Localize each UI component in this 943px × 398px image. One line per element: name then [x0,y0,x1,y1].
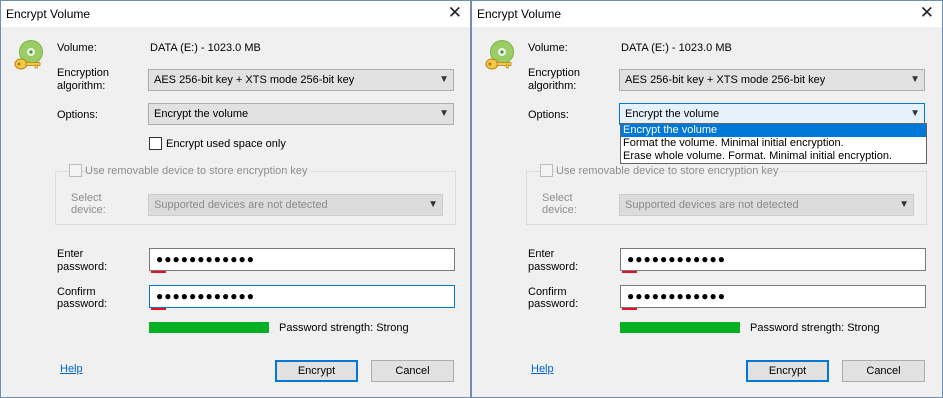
enter-password-input[interactable]: ●●●●●●●●●●●● [149,248,455,271]
close-icon[interactable]: ✕ [920,4,934,22]
encrypt-volume-dialog-left: Encrypt Volume ✕ Volume: DATA (E:) - 102… [0,0,471,398]
algorithm-label-line2: algorithm: [57,80,106,92]
algorithm-label-line2: algorithm: [528,80,577,92]
disk-with-key-icon [485,40,514,70]
encrypt-used-space-label: Encrypt used space only [166,138,286,150]
select-device-value: Supported devices are not detected [625,199,799,211]
chevron-down-icon: ▼ [910,108,920,119]
options-item[interactable]: Encrypt the volume [621,124,926,137]
removable-device-checkbox[interactable] [69,164,82,177]
algorithm-label-line1: Encryption [528,67,580,79]
volume-value: DATA (E:) - 1023.0 MB [150,42,261,54]
select-device-select[interactable]: Supported devices are not detected ▼ [619,194,914,216]
removable-device-checkbox[interactable] [540,164,553,177]
removable-device-label: Use removable device to store encryption… [556,165,781,177]
encrypt-volume-dialog-right: Encrypt Volume ✕ Volume: DATA (E:) - 102… [471,0,943,398]
cancel-button[interactable]: Cancel [371,360,454,382]
enter-password-label-line2: password: [57,261,108,273]
chevron-down-icon: ▼ [910,74,920,85]
confirm-password-label-line1: Confirm [528,286,567,298]
algorithm-select-value: AES 256-bit key + XTS mode 256-bit key [154,74,355,86]
options-label: Options: [528,109,569,121]
options-label: Options: [57,109,98,121]
password-strength-text: Password strength: Strong [750,322,880,334]
select-device-label-line2: device: [542,204,577,216]
options-select-value: Encrypt the volume [154,108,249,120]
confirm-password-input[interactable]: ●●●●●●●●●●●● [149,285,455,308]
window-title: Encrypt Volume [6,7,91,21]
encrypt-used-space-checkbox[interactable] [149,137,162,150]
algorithm-select[interactable]: AES 256-bit key + XTS mode 256-bit key ▼ [148,69,454,91]
select-device-label-line1: Select [542,192,573,204]
window-title: Encrypt Volume [477,7,562,21]
enter-password-input[interactable]: ●●●●●●●●●●●● [620,248,926,271]
password-hint-line [151,271,166,273]
password-strength-text: Password strength: Strong [279,322,409,334]
title-bar[interactable]: Encrypt Volume ✕ [1,1,470,27]
confirm-password-label-line1: Confirm [57,286,96,298]
chevron-down-icon: ▼ [899,199,909,210]
password-hint-line [151,308,166,310]
select-device-value: Supported devices are not detected [154,199,328,211]
volume-label: Volume: [57,42,97,54]
options-select[interactable]: Encrypt the volume ▼ [619,103,925,125]
password-hint-line [622,271,637,273]
enter-password-label-line1: Enter [528,248,555,260]
confirm-password-label-line2: password: [528,298,579,310]
help-link[interactable]: Help [60,363,83,375]
options-item[interactable]: Format the volume. Minimal initial encry… [621,137,926,150]
encrypt-button[interactable]: Encrypt [746,360,829,382]
confirm-password-input[interactable]: ●●●●●●●●●●●● [620,285,926,308]
disk-with-key-icon [14,40,43,70]
encrypt-button[interactable]: Encrypt [275,360,358,382]
select-device-label-line2: device: [71,204,106,216]
algorithm-select[interactable]: AES 256-bit key + XTS mode 256-bit key ▼ [619,69,925,91]
options-select[interactable]: Encrypt the volume ▼ [148,103,454,125]
chevron-down-icon: ▼ [439,108,449,119]
algorithm-select-value: AES 256-bit key + XTS mode 256-bit key [625,74,826,86]
enter-password-label-line1: Enter [57,248,84,260]
select-device-select[interactable]: Supported devices are not detected ▼ [148,194,443,216]
select-device-label-line1: Select [71,192,102,204]
close-icon[interactable]: ✕ [448,4,462,22]
enter-password-label-line2: password: [528,261,579,273]
password-strength-bar [149,322,269,333]
confirm-password-label-line2: password: [57,298,108,310]
help-link[interactable]: Help [531,363,554,375]
algorithm-label-line1: Encryption [57,67,109,79]
chevron-down-icon: ▼ [428,199,438,210]
options-dropdown-list: Encrypt the volume Format the volume. Mi… [620,123,927,164]
password-hint-line [622,308,637,310]
title-bar[interactable]: Encrypt Volume ✕ [472,1,942,27]
password-strength-bar [620,322,740,333]
cancel-button[interactable]: Cancel [842,360,925,382]
volume-label: Volume: [528,42,568,54]
options-item[interactable]: Erase whole volume. Format. Minimal init… [621,150,926,163]
volume-value: DATA (E:) - 1023.0 MB [621,42,732,54]
options-select-value: Encrypt the volume [625,108,720,120]
chevron-down-icon: ▼ [439,74,449,85]
removable-device-label: Use removable device to store encryption… [85,165,310,177]
